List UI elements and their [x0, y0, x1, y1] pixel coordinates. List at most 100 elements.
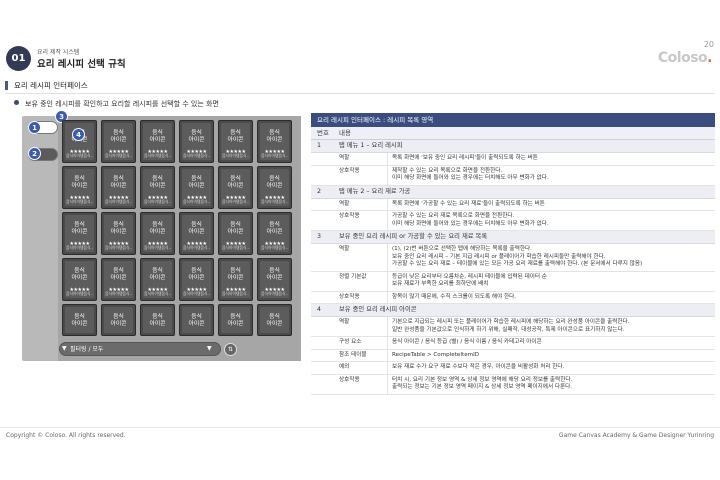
- food-icon-label: 음식아이콘: [260, 268, 289, 282]
- food-icon-label-line2: 아이콘: [188, 275, 205, 281]
- chevron-down-icon: ▼: [207, 345, 212, 352]
- food-icon-label-line2: 아이콘: [266, 275, 283, 281]
- detail-label: 정렬 기본값: [339, 273, 367, 280]
- recipe-icon-cell[interactable]: 음식 아이콘: [140, 304, 175, 336]
- detail-label: 참조 테이블: [339, 351, 367, 358]
- food-icon-label-line1: 음식: [230, 130, 241, 136]
- food-name: 음식아이템음식..: [144, 291, 171, 296]
- chapter-title: 요리 레시피 선택 규칙: [37, 59, 126, 70]
- recipe-icon-cell[interactable]: 음식아이콘★★★★★음식아이템음식..: [62, 212, 97, 255]
- recipe-icon-cell[interactable]: 음식아이콘★★★★★음식아이템음식..: [140, 212, 175, 255]
- recipe-icon-cell[interactable]: 음식 아이콘: [257, 304, 292, 336]
- recipe-icon-cell[interactable]: 음식 아이콘: [218, 304, 253, 336]
- food-icon-label: 음식아이콘: [143, 222, 172, 236]
- food-icon-label: 음식아이콘: [182, 314, 211, 328]
- recipe-icon-cell[interactable]: 음식아이콘★★★★★음식아이템음식..: [257, 166, 292, 209]
- recipe-icon-cell[interactable]: 음식아이콘★★★★★음식아이템음식..: [257, 258, 292, 301]
- row-indent: [311, 166, 335, 185]
- food-icon-label: 음식아이콘: [221, 268, 250, 282]
- chapter-number-badge: 01: [6, 46, 31, 71]
- table-detail-row: 상호작용 항목이 많기 때문에, 수직 스크롤이 되도록 해야 한다.: [311, 291, 715, 304]
- recipe-icon-cell[interactable]: 음식아이콘★★★★★음식아이템음식..: [101, 120, 136, 163]
- recipe-icon-cell[interactable]: 음식 아이콘: [179, 304, 214, 336]
- section-number: 2: [317, 187, 322, 195]
- food-icon-label-line2: 아이콘: [188, 321, 205, 327]
- detail-line: 일반 완성품을 기본값으로 인식하게 하기 위해, 실패작, 대성공작, 특제 …: [392, 326, 625, 333]
- detail-label: 상호작용: [339, 376, 360, 383]
- food-name: 음식아이템음식..: [105, 245, 132, 250]
- detail-line: 가공할 수 있는 요리 재료 – 테이블에 있는 모든 가공 요리 재료를 출력…: [392, 261, 643, 267]
- recipe-icon-cell[interactable]: 음식아이콘★★★★★음식아이템음식..: [218, 166, 253, 209]
- food-icon-label: 음식아이콘: [260, 130, 289, 144]
- detail-value: 보유 재료 수가 요구 재료 수보다 적은 경우, 아이콘을 비활성화 처리 한…: [387, 362, 715, 374]
- food-icon-label-line2: 아이콘: [188, 229, 205, 235]
- recipe-icon-cell[interactable]: 음식아이콘★★★★★음식아이템음식..: [101, 212, 136, 255]
- recipe-icon-cell[interactable]: 음식아이콘★★★★★음식아이템음식..: [101, 258, 136, 301]
- recipe-icon-cell[interactable]: 음식 아이콘: [62, 304, 97, 336]
- table-detail-row: 역할 목록 화면에 '가공할 수 있는 요리 재료'들이 출력되도록 하는 버튼: [311, 198, 715, 211]
- recipe-icon-cell[interactable]: 음식아이콘★★★★★음식아이템음식..: [179, 166, 214, 209]
- recipe-icon-cell[interactable]: 음식아이콘★★★★★음식아이템음식..: [218, 258, 253, 301]
- recipe-icon-cell[interactable]: 음식아이콘★★★★★음식아이템음식..: [140, 120, 175, 163]
- food-name: 음식아이템음식..: [144, 245, 171, 250]
- detail-line: 가공할 수 있는 요리 재료 목록으로 화면을 전환한다.: [392, 213, 515, 219]
- recipe-icon-cell[interactable]: 음식아이콘★★★★★음식아이템음식..: [140, 258, 175, 301]
- food-icon-label-line2: 아이콘: [227, 229, 244, 235]
- row-indent: [311, 244, 335, 271]
- food-icon-label-line1: 음식: [152, 222, 163, 228]
- recipe-icon-cell[interactable]: 음식아이콘★★★★★음식아이템음식..: [179, 120, 214, 163]
- detail-line: 보유 중인 요리 레시피 – 기본 지급 레시피 or 플레이어가 학습한 레시…: [392, 253, 606, 260]
- food-icon: 음식아이콘★★★★★음식아이템음식..: [182, 123, 211, 160]
- food-icon-label: 음식아이콘: [104, 222, 133, 236]
- food-icon-label-line1: 음식: [269, 130, 280, 136]
- bullet-dot: [14, 100, 19, 105]
- detail-line: 등급이 낮은 요리부터 오름차순, 레시피 테이블에 입력된 데이터 순: [392, 273, 547, 280]
- food-name: 음식아이템음식..: [222, 291, 249, 296]
- recipe-icon-cell[interactable]: 음식아이콘★★★★★음식아이템음식..: [179, 258, 214, 301]
- recipe-icon-cell[interactable]: 음식아이콘★★★★★음식아이템음식..: [257, 212, 292, 255]
- food-icon-label: 음식아이콘: [143, 130, 172, 144]
- food-icon: 음식아이콘★★★★★음식아이템음식..: [104, 215, 133, 252]
- table-detail-row: 역할 목록 화면에 '보유 중인 요리 레시피'들이 출력되도록 하는 버튼: [311, 153, 715, 166]
- row-indent: [311, 272, 335, 291]
- food-icon-label: 음식아이콘: [104, 130, 133, 144]
- food-icon-label-line1: 음식: [113, 314, 124, 320]
- sort-button[interactable]: ⇅: [224, 343, 237, 356]
- detail-line: 항목이 많기 때문에, 수직 스크롤이 되도록 해야 한다.: [392, 293, 517, 300]
- table-section-row: 1 탭 메뉴 1 – 요리 레시피: [311, 140, 715, 153]
- food-icon: 음식 아이콘: [182, 307, 211, 333]
- recipe-icon-cell[interactable]: 음식아이콘★★★★★음식아이템음식..: [140, 166, 175, 209]
- detail-value: RecipeTable > CompleteItemID: [387, 349, 715, 361]
- table-detail-row: 상호작용 가공할 수 있는 요리 재료 목록으로 화면을 전환한다. 이미 해당 화…: [311, 211, 715, 231]
- food-icon-label-line1: 음식: [269, 268, 280, 274]
- recipe-icon-cell[interactable]: 음식아이콘★★★★★음식아이템음식..: [62, 120, 97, 163]
- table-detail-row: 구성 요소 음식 아이콘 / 음식 등급 (별) / 음식 이름 / 음식 카테고…: [311, 337, 715, 350]
- recipe-icon-cell[interactable]: 음식아이콘★★★★★음식아이템음식..: [218, 120, 253, 163]
- recipe-icon-cell[interactable]: 음식아이콘★★★★★음식아이템음식..: [179, 212, 214, 255]
- food-icon-label: 음식아이콘: [221, 222, 250, 236]
- section-item-title: 보유 중인 요리 레시피 아이콘: [339, 306, 417, 313]
- recipe-icon-cell[interactable]: 음식아이콘★★★★★음식아이템음식..: [257, 120, 292, 163]
- detail-value: 항목이 많기 때문에, 수직 스크롤이 되도록 해야 한다.: [387, 291, 715, 303]
- food-name: 음식아이템음식..: [222, 153, 249, 158]
- food-icon-label-line1: 음식: [74, 176, 85, 182]
- marker-2: 2: [28, 147, 41, 160]
- food-icon-label-line1: 음식: [269, 222, 280, 228]
- food-icon: 음식아이콘★★★★★음식아이템음식..: [143, 123, 172, 160]
- sort-icon: ⇅: [227, 346, 234, 353]
- recipe-icon-cell[interactable]: 음식아이콘★★★★★음식아이템음식..: [62, 166, 97, 209]
- food-icon-label: 음식아이콘: [260, 222, 289, 236]
- food-icon-label-line2: 아이콘: [149, 275, 166, 281]
- recipe-icon-cell[interactable]: 음식 아이콘: [101, 304, 136, 336]
- food-name: 음식아이템음식..: [105, 291, 132, 296]
- recipe-icon-cell[interactable]: 음식아이콘★★★★★음식아이템음식..: [218, 212, 253, 255]
- food-icon-label: 음식아이콘: [143, 176, 172, 190]
- food-icon-label-line1: 음식: [191, 130, 202, 136]
- recipe-icon-cell[interactable]: 음식아이콘★★★★★음식아이템음식..: [62, 258, 97, 301]
- food-icon-label-line1: 음식: [152, 176, 163, 182]
- table-section-row: 4 보유 중인 요리 레시피 아이콘: [311, 304, 715, 317]
- food-icon-label-line1: 음식: [113, 130, 124, 136]
- recipe-icon-cell[interactable]: 음식아이콘★★★★★음식아이템음식..: [101, 166, 136, 209]
- food-icon: 음식아이콘★★★★★음식아이템음식..: [182, 261, 211, 298]
- detail-label: 상호작용: [339, 293, 360, 300]
